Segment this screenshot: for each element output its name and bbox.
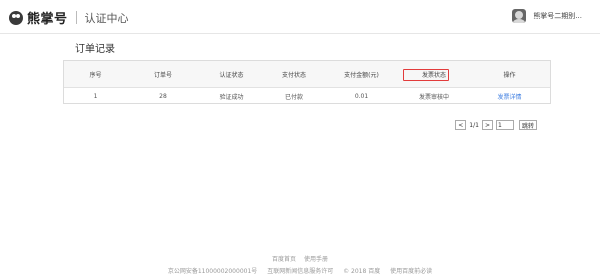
cell-invoice-status: 发票审核中: [418, 93, 449, 101]
page-info: 1/1: [469, 121, 479, 129]
cell-pay-status: 已付款: [284, 93, 303, 101]
column-header-action: 操作: [503, 71, 516, 79]
brand-logo[interactable]: 熊掌号 认证中心: [9, 8, 129, 27]
jump-button[interactable]: 跳转: [518, 120, 537, 130]
page-title: 订单记录: [75, 44, 115, 55]
footer-links: 百度首页 使用手册: [0, 254, 600, 263]
paw-logo-icon: [9, 10, 23, 25]
avatar-icon[interactable]: [512, 9, 527, 23]
top-header: 熊掌号 认证中心 熊掌号二期别...: [0, 0, 600, 34]
footer-link-home[interactable]: 百度首页: [272, 256, 296, 263]
brand-name: 熊掌号: [27, 12, 68, 27]
page-jump-input[interactable]: 1: [495, 120, 514, 130]
footer-copyright: © 2018 百度: [343, 268, 381, 275]
cell-amount: 0.01: [354, 92, 369, 100]
center-title: 认证中心: [84, 11, 129, 25]
invoice-detail-link[interactable]: 发票详情: [469, 88, 550, 104]
next-page-button[interactable]: >: [481, 120, 493, 130]
column-header-index: 序号: [89, 71, 102, 79]
column-header-amount: 支付金额(元): [344, 71, 379, 79]
cell-order-no: 28: [159, 92, 167, 100]
column-header-order-no: 订单号: [153, 71, 172, 79]
footer-link-manual[interactable]: 使用手册: [304, 256, 328, 263]
table-header: 序号 订单号 认证状态 支付状态 支付金额(元) 发票状态 操作: [64, 61, 550, 88]
orders-table: 序号 订单号 认证状态 支付状态 支付金额(元) 发票状态 操作 1 28 验证…: [63, 60, 551, 104]
footer-license[interactable]: 互联网新闻信息服务许可: [267, 268, 333, 275]
footer-terms[interactable]: 使用百度前必读: [390, 268, 432, 275]
column-header-auth-status: 认证状态: [219, 71, 244, 79]
user-menu[interactable]: 熊掌号二期别...: [512, 9, 582, 23]
header-divider: [75, 11, 77, 24]
column-header-pay-status: 支付状态: [281, 71, 306, 79]
table-row: 1 28 验证成功 已付款 0.01 发票审核中 发票详情: [64, 88, 550, 104]
cell-auth-status: 验证成功: [219, 93, 244, 101]
user-name[interactable]: 熊掌号二期别...: [533, 11, 582, 21]
pagination: < 1/1 > 1 跳转: [455, 120, 537, 130]
footer-icp[interactable]: 京公网安备11000002000001号: [168, 268, 257, 275]
invoice-status-highlight: [403, 69, 449, 81]
prev-page-button[interactable]: <: [455, 120, 467, 130]
cell-index: 1: [93, 92, 98, 100]
footer-bottom: 京公网安备11000002000001号 互联网新闻信息服务许可 © 2018 …: [0, 266, 600, 275]
